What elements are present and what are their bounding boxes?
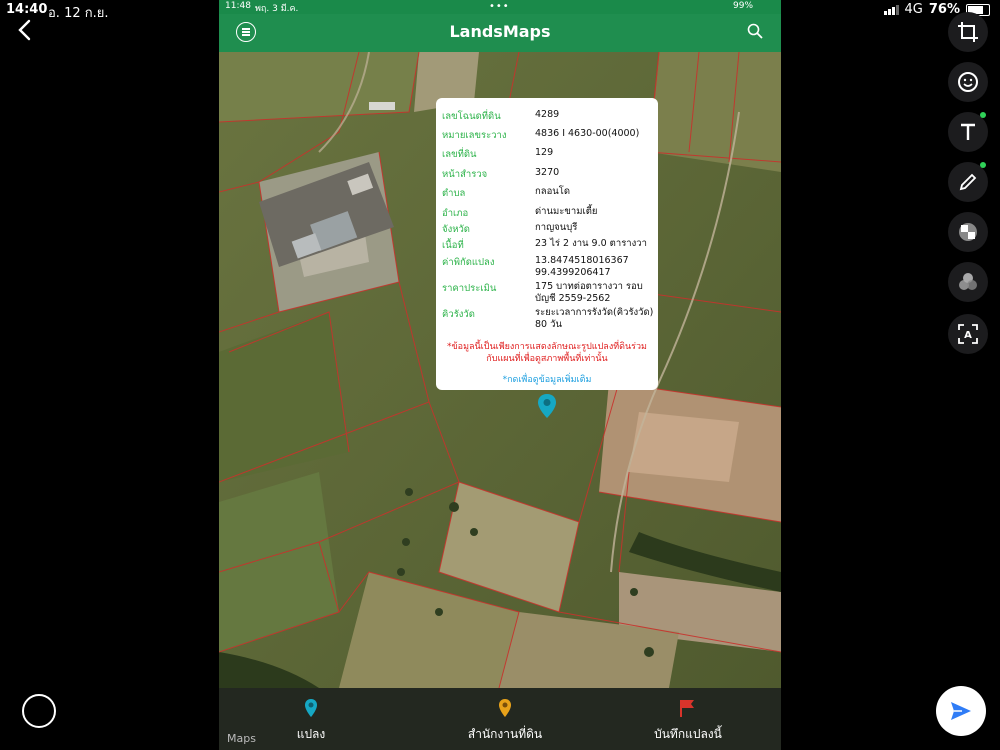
- text-recognition-button[interactable]: A: [948, 314, 988, 354]
- filter-circles-icon: [959, 273, 977, 290]
- info-value: ด่านมะขามเตี้ย: [535, 206, 598, 217]
- maps-watermark-text: Maps: [227, 732, 256, 745]
- filter-tool-button[interactable]: [948, 262, 988, 302]
- app-screenshot: 11:48 พฤ. 3 มี.ค. ••• 99% LandsMaps เลขโ…: [219, 0, 781, 750]
- signal-icon: [883, 4, 899, 15]
- info-key: จังหวัด: [442, 224, 470, 235]
- search-icon[interactable]: [747, 23, 763, 39]
- info-value: กลอนโด: [535, 186, 571, 197]
- info-key: อำเภอ: [442, 208, 469, 219]
- pencil-icon: [959, 173, 977, 191]
- text-icon: [961, 123, 975, 140]
- app-title: LandsMaps: [449, 22, 551, 41]
- inner-status-bar: 11:48 พฤ. 3 มี.ค. ••• 99%: [219, 0, 781, 14]
- info-key: ค่าพิกัดแปลง: [442, 257, 495, 268]
- info-value: ระยะเวลาการรังวัด(คิวรังวัด) 80 วัน: [535, 307, 654, 330]
- sticker-tool-button[interactable]: [948, 62, 988, 102]
- maps-watermark: Maps: [227, 732, 256, 745]
- send-arrow-icon: [951, 702, 971, 720]
- disclaimer-note: *ข้อมูลนี้เป็นเพียงการแสดงลักษณะรูปแปลงท…: [447, 342, 647, 364]
- nav-save-parcel-label: บันทึกแปลงนี้: [654, 727, 722, 741]
- svg-text:A: A: [964, 330, 972, 341]
- active-dot: [980, 112, 986, 118]
- info-key: เนื้อที่: [442, 240, 464, 251]
- outer-time: 14:40: [6, 2, 48, 17]
- nav-parcel-label: แปลง: [296, 727, 326, 741]
- info-key: เลขโฉนดที่ดิน: [442, 111, 501, 122]
- inner-battery: 99%: [733, 1, 754, 11]
- nav-land-office-label: สำนักงานที่ดิน: [467, 727, 543, 741]
- info-value: กาญจนบุรี: [535, 222, 578, 233]
- info-value: 129: [535, 147, 554, 158]
- draw-tool-button[interactable]: [948, 162, 988, 202]
- info-value: 23 ไร่ 2 งาน 9.0 ตารางวา: [535, 238, 647, 249]
- back-button[interactable]: [14, 18, 38, 42]
- chevron-left-icon: [18, 19, 31, 41]
- location-pin-icon[interactable]: [537, 393, 557, 419]
- info-value: 4836 I 4630-00(4000): [535, 128, 640, 139]
- office-pin-icon: [499, 699, 511, 717]
- more-info-link[interactable]: *กดเพื่อดูข้อมูลเพิ่มเติม: [444, 372, 650, 386]
- info-value: 3270: [535, 167, 560, 178]
- outer-date: อ. 12 ก.ย.: [48, 6, 109, 21]
- info-value: 13.8474518016367 99.4399206417: [535, 255, 629, 278]
- info-value: 4289: [535, 109, 560, 120]
- app-header: LandsMaps: [219, 14, 781, 52]
- info-key: ราคาประเมิน: [442, 283, 497, 294]
- nav-land-office[interactable]: สำนักงานที่ดิน: [455, 698, 555, 744]
- info-key: ตำบล: [442, 188, 466, 199]
- info-key: เลขที่ดิน: [442, 149, 477, 160]
- inner-time: 11:48: [225, 1, 251, 11]
- active-dot: [980, 162, 986, 168]
- mosaic-icon: [959, 223, 977, 241]
- crop-icon: [958, 22, 978, 42]
- send-button[interactable]: [936, 686, 986, 736]
- inner-date: พฤ. 3 มี.ค.: [255, 4, 299, 14]
- info-key: คิวรังวัด: [442, 309, 475, 320]
- network-label: 4G: [904, 2, 923, 17]
- text-scan-icon: A: [958, 324, 978, 344]
- blur-tool-button[interactable]: [948, 212, 988, 252]
- info-key: หน้าสำรวจ: [442, 169, 488, 180]
- flag-icon: [680, 700, 694, 717]
- crop-tool-button[interactable]: [948, 12, 988, 52]
- smiley-icon: [958, 72, 978, 92]
- home-circle-button[interactable]: [22, 694, 56, 728]
- more-dots-icon: •••: [489, 1, 510, 12]
- text-tool-button[interactable]: [948, 112, 988, 152]
- battery-label: 76%: [928, 2, 960, 17]
- bottom-nav: แปลง สำนักงานที่ดิน บันทึกแปลงนี้ Maps: [219, 688, 781, 750]
- parcel-info-card: เลขโฉนดที่ดิน 4289 หมายเลขระวาง 4836 I 463…: [436, 98, 658, 390]
- parcel-pin-icon: [305, 699, 317, 717]
- info-value: 175 บาทต่อตารางวา รอบบัญชี 2559-2562: [535, 281, 643, 304]
- nav-save-parcel[interactable]: บันทึกแปลงนี้: [643, 698, 733, 744]
- nav-parcel[interactable]: แปลง: [289, 698, 333, 744]
- info-key: หมายเลขระวาง: [442, 130, 507, 141]
